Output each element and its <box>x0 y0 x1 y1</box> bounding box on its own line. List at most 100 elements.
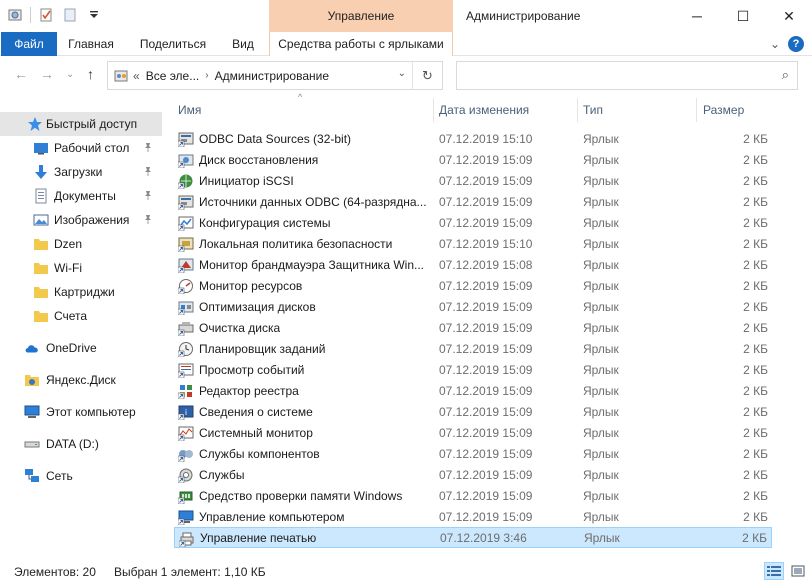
sidebar-item-cartridges[interactable]: Картриджи <box>0 280 162 304</box>
file-row[interactable]: Управление печатью 07.12.2019 3:46 Ярлык 2 … <box>174 527 772 548</box>
svg-text:i: i <box>185 408 187 417</box>
file-row[interactable]: Источники данных ODBC (64-разрядна... 07.… <box>174 191 772 212</box>
sidebar-item-network[interactable]: Сеть <box>0 464 162 488</box>
breadcrumb-separator[interactable]: › <box>205 70 208 81</box>
yandex-disk-icon <box>24 372 40 388</box>
file-name: Монитор брандмауэра Защитника Win... <box>199 257 424 272</box>
column-header-name[interactable]: Имя <box>178 103 201 117</box>
file-row[interactable]: ODBC Data Sources (32-bit) 07.12.2019 15:… <box>174 128 772 149</box>
recent-locations-button[interactable]: ⌄ <box>66 69 74 80</box>
address-dropdown-icon[interactable]: ⌄ <box>398 68 406 79</box>
forward-button[interactable]: → <box>40 66 54 82</box>
file-row[interactable]: Диск восстановления 07.12.2019 15:09 Ярлык… <box>174 149 772 170</box>
tab-file[interactable]: Файл <box>1 32 57 56</box>
file-name: Источники данных ODBC (64-разрядна... <box>199 194 427 209</box>
context-group-title: Управление <box>269 0 453 32</box>
file-row[interactable]: Оптимизация дисков 07.12.2019 15:09 Ярлык 2… <box>174 296 772 317</box>
column-divider[interactable] <box>433 98 434 122</box>
star-icon <box>27 116 43 132</box>
column-divider[interactable] <box>577 98 578 122</box>
file-name: Просмотр событий <box>199 362 305 377</box>
back-button[interactable]: ← <box>14 66 28 82</box>
component-services-icon <box>177 446 194 463</box>
cloud-icon <box>24 340 40 356</box>
up-button[interactable]: ↑ <box>87 66 94 82</box>
file-row[interactable]: Редактор реестра 07.12.2019 15:09 Ярлык 2 К… <box>174 380 772 401</box>
desktop-icon <box>33 140 49 156</box>
tab-view[interactable]: Вид <box>224 32 262 56</box>
new-document-icon[interactable] <box>61 6 79 24</box>
tab-shortcut-tools[interactable]: Средства работы с ярлыками <box>269 32 453 56</box>
pin-icon <box>143 166 153 179</box>
maximize-button[interactable]: ☐ <box>720 0 766 32</box>
properties-icon[interactable] <box>6 6 24 24</box>
details-view-button[interactable] <box>764 562 784 580</box>
customize-toolbar-icon[interactable] <box>85 6 103 24</box>
quick-access-toolbar <box>6 6 103 24</box>
sidebar-item-documents[interactable]: Документы <box>0 184 162 208</box>
file-row[interactable]: Службы компонентов 07.12.2019 15:09 Ярлык 2… <box>174 443 772 464</box>
tab-home[interactable]: Главная <box>60 32 122 56</box>
file-row[interactable]: Локальная политика безопасности 07.12.201… <box>174 233 772 254</box>
sidebar-item-yandex-disk[interactable]: Яндекс.Диск <box>0 368 162 392</box>
sidebar-item-onedrive[interactable]: OneDrive <box>0 336 162 360</box>
sidebar-item-invoices[interactable]: Счета <box>0 304 162 328</box>
sidebar-item-quick-access[interactable]: Быстрый доступ <box>0 112 162 136</box>
file-name: Управление компьютером <box>199 509 345 524</box>
column-header-type[interactable]: Тип <box>583 103 603 117</box>
file-size: 2 КБ <box>743 194 768 209</box>
sidebar-item-wifi[interactable]: Wi-Fi <box>0 256 162 280</box>
file-type: Ярлык <box>583 509 619 524</box>
check-document-icon[interactable] <box>37 6 55 24</box>
sidebar-item-data-drive[interactable]: DATA (D:) <box>0 432 162 456</box>
file-row[interactable]: Планировщик заданий 07.12.2019 15:09 Ярлык… <box>174 338 772 359</box>
breadcrumb-overflow[interactable]: « <box>133 69 140 83</box>
file-row[interactable]: Системный монитор 07.12.2019 15:09 Ярлык 2 … <box>174 422 772 443</box>
network-icon <box>24 468 40 484</box>
sidebar-item-this-pc[interactable]: Этот компьютер <box>0 400 162 424</box>
sidebar-item-dzen[interactable]: Dzen <box>0 232 162 256</box>
file-row[interactable]: Средство проверки памяти Windows 07.12.20… <box>174 485 772 506</box>
search-input[interactable] <box>463 62 763 87</box>
help-icon[interactable]: ? <box>788 36 804 52</box>
file-date: 07.12.2019 15:09 <box>439 173 533 188</box>
file-date: 07.12.2019 15:09 <box>439 509 533 524</box>
sidebar-item-label: Изображения <box>54 213 130 227</box>
file-row[interactable]: Монитор ресурсов 07.12.2019 15:09 Ярлык 2 К… <box>174 275 772 296</box>
file-row[interactable]: Управление компьютером 07.12.2019 15:09 Яр… <box>174 506 772 527</box>
minimize-button[interactable]: ─ <box>674 0 720 32</box>
column-divider[interactable] <box>696 98 697 122</box>
file-name: Очистка диска <box>199 320 281 335</box>
tab-share[interactable]: Поделиться <box>132 32 214 56</box>
sidebar-item-pictures[interactable]: Изображения <box>0 208 162 232</box>
file-row[interactable]: Службы 07.12.2019 15:09 Ярлык 2 КБ <box>174 464 772 485</box>
pictures-icon <box>33 212 49 228</box>
column-header-date[interactable]: Дата изменения <box>439 103 529 117</box>
address-bar[interactable]: « Все эле... › Администрирование ⌄ ↻ <box>107 61 443 90</box>
file-row[interactable]: Очистка диска 07.12.2019 15:09 Ярлык 2 КБ <box>174 317 772 338</box>
breadcrumb-administration[interactable]: Администрирование <box>215 69 329 83</box>
column-headers: ^ Имя Дата изменения Тип Размер <box>174 92 804 122</box>
file-size: 2 КБ <box>743 152 768 167</box>
file-row[interactable]: Просмотр событий 07.12.2019 15:09 Ярлык 2 К… <box>174 359 772 380</box>
large-icons-view-button[interactable] <box>788 562 808 580</box>
file-row[interactable]: Конфигурация системы 07.12.2019 15:09 Ярлы… <box>174 212 772 233</box>
file-size: 2 КБ <box>743 362 768 377</box>
search-box[interactable]: ⌕ <box>456 61 798 90</box>
sidebar-item-label: Сеть <box>46 469 73 483</box>
file-row[interactable]: Инициатор iSCSI 07.12.2019 15:09 Ярлык 2 КБ <box>174 170 772 191</box>
file-date: 07.12.2019 15:10 <box>439 131 533 146</box>
sidebar-item-desktop[interactable]: Рабочий стол <box>0 136 162 160</box>
close-button[interactable]: ✕ <box>766 0 812 32</box>
sidebar-item-downloads[interactable]: Загрузки <box>0 160 162 184</box>
breadcrumb-all-items[interactable]: Все эле... <box>146 69 200 83</box>
sidebar-item-label: Документы <box>54 189 116 203</box>
column-header-size[interactable]: Размер <box>703 103 744 117</box>
file-type: Ярлык <box>583 320 619 335</box>
refresh-button[interactable]: ↻ <box>412 62 442 89</box>
sidebar-item-label: Картриджи <box>54 285 115 299</box>
file-size: 2 КБ <box>743 425 768 440</box>
file-row[interactable]: i Сведения о системе 07.12.2019 15:09 Ярлык… <box>174 401 772 422</box>
file-row[interactable]: Монитор брандмауэра Защитника Win... 07.1… <box>174 254 772 275</box>
expand-ribbon-icon[interactable]: ⌄ <box>770 37 780 51</box>
